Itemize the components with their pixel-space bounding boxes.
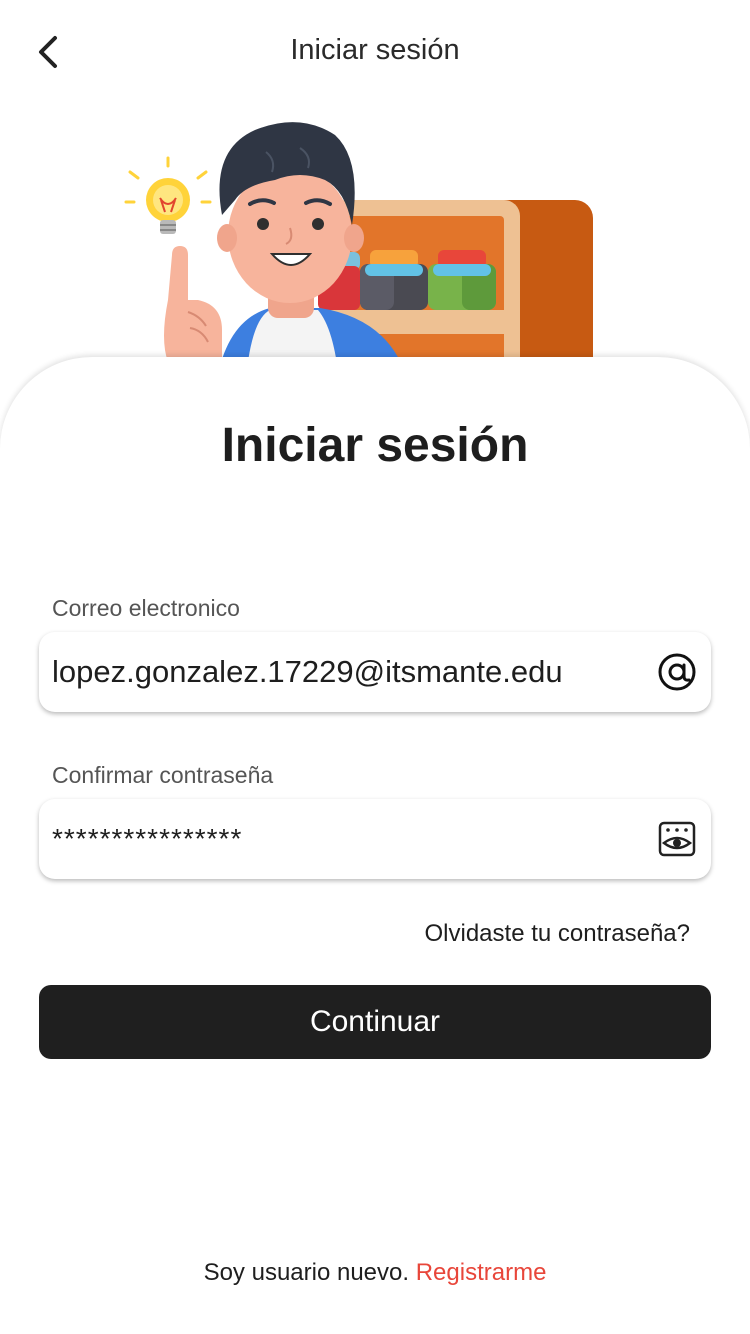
register-link[interactable]: Registrarme (416, 1259, 547, 1286)
at-sign-icon (657, 652, 697, 692)
eye-icon[interactable] (657, 819, 697, 859)
register-prompt: Soy usuario nuevo. Registrarme (0, 1259, 750, 1287)
email-label: Correo electronico (52, 595, 240, 621)
nav-title: Iniciar sesión (290, 34, 460, 66)
lightbulb-icon (124, 156, 212, 234)
page-heading: Iniciar sesión (221, 419, 529, 472)
password-field-container[interactable] (39, 799, 711, 879)
new-user-text: Soy usuario nuevo. (203, 1259, 410, 1286)
email-field-container[interactable] (39, 632, 711, 712)
email-input[interactable] (52, 654, 649, 690)
top-nav-bar: Iniciar sesión (0, 0, 750, 104)
forgot-password-link[interactable]: Olvidaste tu contraseña? (425, 920, 691, 948)
hero-illustration (0, 104, 750, 384)
password-label: Confirmar contraseña (52, 762, 274, 788)
continue-button[interactable]: Continuar (39, 985, 711, 1059)
password-input[interactable] (52, 823, 649, 855)
